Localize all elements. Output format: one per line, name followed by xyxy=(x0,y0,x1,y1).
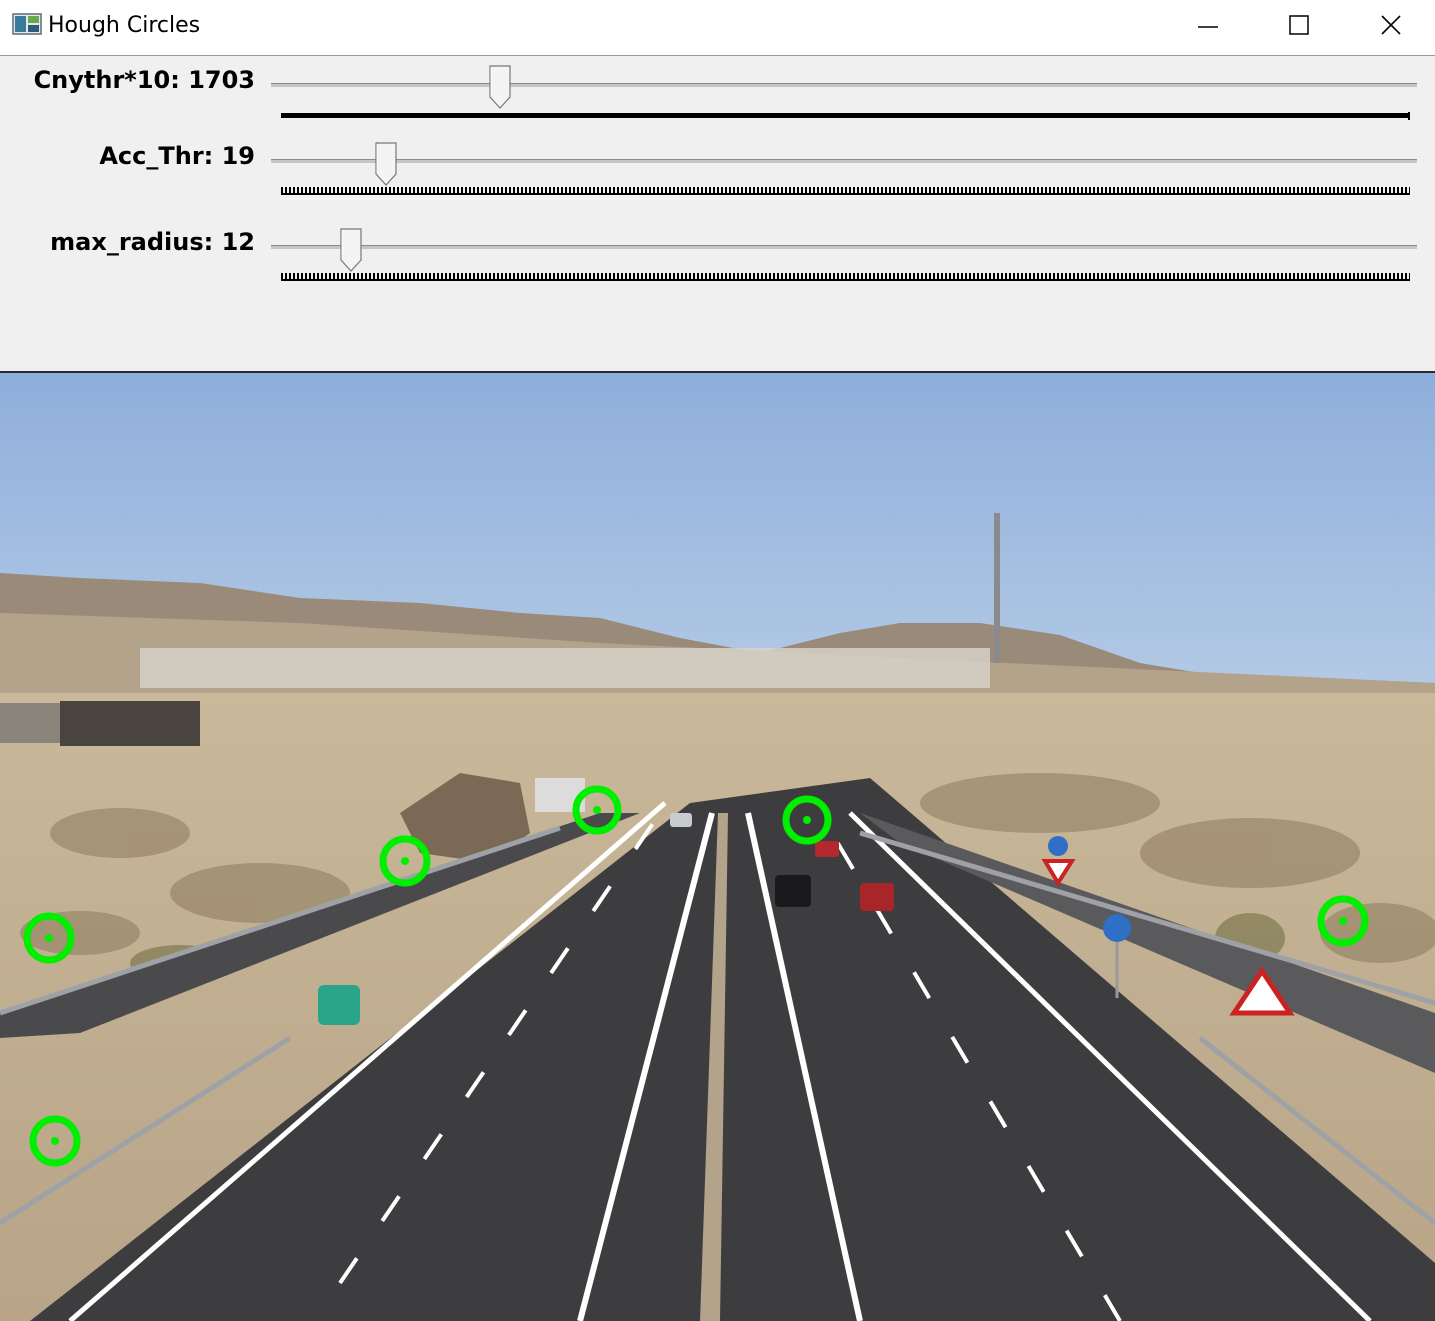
building xyxy=(60,701,200,746)
trackbar-label-max-radius: max_radius: 12 xyxy=(50,228,255,256)
image-display xyxy=(0,373,1435,1321)
trackbar-thumb-cnythr[interactable] xyxy=(489,65,511,109)
trackbar-track-cnythr[interactable] xyxy=(271,83,1417,87)
trackbar-ticks-cnythr xyxy=(281,112,1410,120)
trackbar-label-acc-thr: Acc_Thr: 19 xyxy=(99,142,255,170)
radio-tower xyxy=(994,513,1000,663)
trackbar-label-cnythr: Cnythr*10: 1703 xyxy=(33,66,255,94)
trackbar-thumb-acc-thr[interactable] xyxy=(374,142,397,186)
highway-scene xyxy=(0,373,1435,1321)
trackbar-thumb-max-radius[interactable] xyxy=(340,228,362,272)
maximize-icon xyxy=(1289,15,1309,35)
trackbar-track-acc-thr[interactable] xyxy=(271,159,1417,163)
trackbar-ticks-max-radius xyxy=(281,273,1410,281)
building xyxy=(0,703,60,743)
quarry-wall xyxy=(140,648,990,688)
close-button[interactable] xyxy=(1345,0,1435,50)
opencv-window-icon xyxy=(12,13,42,35)
window-title: Hough Circles xyxy=(48,13,201,38)
trackbar-panel: Cnythr*10: 1703 Acc_Thr: 19 max_radius: … xyxy=(0,56,1435,373)
minimize-icon xyxy=(1198,26,1218,28)
minimize-button[interactable] xyxy=(1162,0,1254,50)
maximize-button[interactable] xyxy=(1253,0,1345,50)
trackbar-ticks-acc-thr xyxy=(281,187,1410,195)
title-bar: Hough Circles xyxy=(0,0,1435,56)
trackbar-track-max-radius[interactable] xyxy=(271,245,1417,249)
close-icon xyxy=(1381,15,1401,35)
